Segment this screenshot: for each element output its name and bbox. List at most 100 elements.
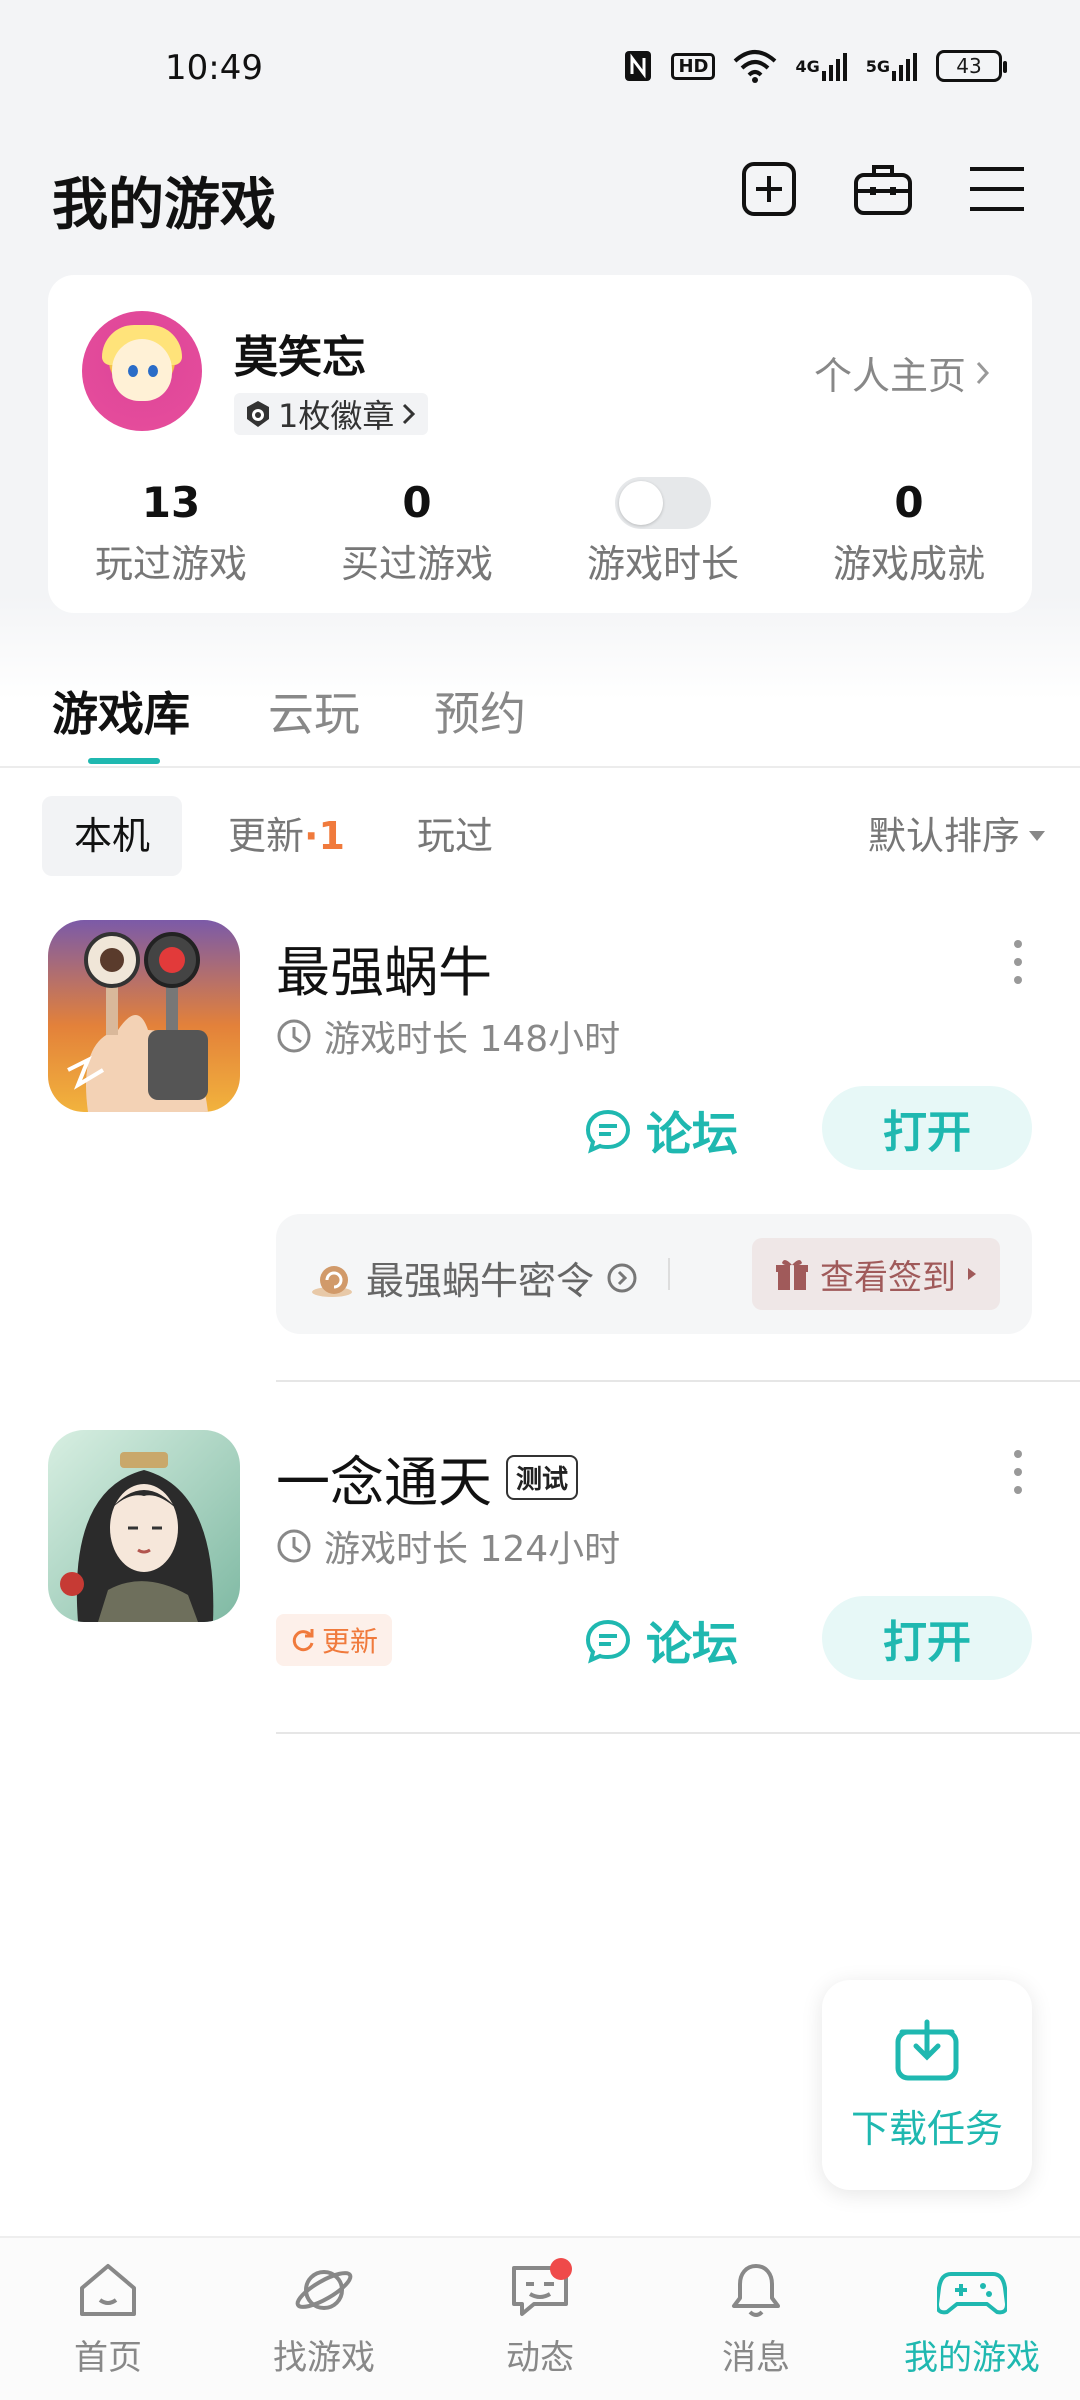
avatar-eye (148, 365, 158, 377)
notice-bar[interactable]: 最强蜗牛密令 查看签到 (276, 1214, 1032, 1334)
playtime-label: 游戏时长 148小时 (324, 1019, 621, 1060)
stat-label: 买过游戏 (340, 542, 493, 586)
toggle-knob (619, 481, 663, 525)
profile-stats: 13 玩过游戏 0 买过游戏 游戏时长 0 游戏成就 (48, 475, 1032, 588)
chevron-right-icon (403, 403, 416, 425)
nav-label: 消息 (722, 2338, 790, 2378)
stat-label: 游戏成就 (832, 542, 985, 586)
stat-playtime[interactable]: 游戏时长 (540, 475, 786, 588)
page-title: 我的游戏 (52, 173, 276, 238)
avatar-face (112, 339, 172, 401)
game-playtime: 游戏时长 148小时 (276, 1010, 620, 1062)
sort-label: 默认排序 (867, 814, 1020, 858)
playtime-toggle[interactable] (615, 477, 711, 529)
playtime-label: 游戏时长 124小时 (324, 1529, 621, 1570)
hd-label: HD (671, 52, 716, 80)
homepage-link[interactable]: 个人主页 (814, 345, 992, 400)
stat-label: 玩过游戏 (94, 542, 247, 586)
toolbox-icon[interactable] (852, 158, 914, 220)
gift-icon (776, 1259, 808, 1290)
filter-row: 本机 更新·1 玩过 默认排序 (0, 796, 1080, 876)
update-label: 更新 (322, 1625, 379, 1658)
nav-label: 首页 (74, 2338, 142, 2378)
nav-find-games[interactable]: 找游戏 (216, 2238, 432, 2400)
user-name: 莫笑忘 (234, 332, 366, 383)
main-tabs: 游戏库 云玩 预约 (0, 670, 1080, 768)
tab-cloud-play[interactable]: 云玩 (268, 678, 360, 744)
caret-right-icon (968, 1268, 976, 1280)
notice-label: 最强蜗牛密令 (366, 1259, 595, 1303)
snail-icon (312, 1265, 352, 1297)
clock-icon (277, 1019, 311, 1053)
status-icons: HD 4G 5G 43 (623, 48, 1007, 84)
badge-pill[interactable]: 1枚徽章 (234, 393, 429, 435)
notice-text[interactable]: 最强蜗牛密令 (310, 1250, 638, 1305)
more-options-icon[interactable] (1008, 1450, 1028, 1494)
game-name: 一念通天 测试 (276, 1438, 579, 1517)
stat-played[interactable]: 13 玩过游戏 (48, 475, 294, 588)
filter-updates[interactable]: 更新·1 (196, 796, 377, 876)
checkin-button[interactable]: 查看签到 (752, 1238, 1000, 1310)
divider (668, 1258, 670, 1290)
filter-updates-label: 更新 (228, 814, 305, 858)
game-icon[interactable] (48, 920, 240, 1112)
filter-played[interactable]: 玩过 (385, 796, 525, 876)
stat-label: 游戏时长 (586, 542, 739, 586)
stat-value: 0 (894, 478, 924, 527)
stat-value: 13 (141, 478, 201, 527)
download-task-button[interactable]: 下载任务 (822, 1980, 1032, 2190)
tab-game-library[interactable]: 游戏库 (52, 678, 190, 744)
forum-label: 论坛 (646, 1617, 738, 1671)
status-bar: 10:49 HD 4G 5G 43 (0, 0, 1080, 140)
forum-button[interactable]: 论坛 (584, 1608, 738, 1674)
forum-icon (585, 1619, 631, 1664)
hd-icon: HD (671, 48, 716, 84)
profile-card[interactable]: 莫笑忘 1枚徽章 个人主页 13 玩过游戏 0 买过游戏 游戏时长 0 游戏成就 (48, 275, 1032, 613)
nav-my-games[interactable]: 我的游戏 (864, 2238, 1080, 2400)
open-game-button[interactable]: 打开 (822, 1596, 1032, 1680)
menu-icon[interactable] (966, 158, 1028, 220)
game-name: 最强蜗牛 (276, 941, 492, 1004)
bell-icon (732, 2264, 780, 2317)
planet-icon (295, 2270, 353, 2310)
row-divider (276, 1732, 1080, 1734)
nav-home[interactable]: 首页 (0, 2238, 216, 2400)
avatar-eye (128, 365, 138, 377)
tab-indicator (88, 758, 160, 764)
avatar[interactable] (82, 311, 202, 431)
forum-icon (585, 1109, 631, 1154)
5g-label: 5G (865, 56, 890, 76)
nav-label: 动态 (506, 2338, 574, 2378)
nav-label: 我的游戏 (904, 2338, 1040, 2378)
stat-achievements[interactable]: 0 游戏成就 (786, 475, 1032, 588)
game-icon[interactable] (48, 1430, 240, 1622)
nav-feed[interactable]: 动态 (432, 2238, 648, 2400)
row-divider (276, 1380, 1080, 1382)
open-game-button[interactable]: 打开 (822, 1086, 1032, 1170)
gamepad-icon (937, 2272, 1007, 2315)
download-task-label: 下载任务 (850, 2106, 1003, 2151)
5g-signal-icon: 5G (866, 48, 918, 84)
badge-icon (247, 401, 269, 427)
clock-icon (277, 1529, 311, 1563)
more-options-icon[interactable] (1008, 940, 1028, 984)
game-playtime: 游戏时长 124小时 (276, 1520, 620, 1572)
sort-select[interactable]: 默认排序 (868, 796, 1046, 876)
status-time: 10:49 (165, 48, 263, 88)
forum-button[interactable]: 论坛 (584, 1098, 738, 1164)
forum-label: 论坛 (646, 1107, 738, 1161)
notification-dot (550, 2258, 572, 2280)
caret-down-icon (1029, 831, 1045, 841)
update-tag[interactable]: 更新 (276, 1614, 393, 1666)
add-game-icon[interactable] (738, 158, 800, 220)
test-tag: 测试 (506, 1455, 579, 1500)
filter-local[interactable]: 本机 (42, 796, 183, 876)
stat-purchased[interactable]: 0 买过游戏 (294, 475, 540, 588)
homepage-link-label: 个人主页 (813, 354, 966, 398)
checkin-label: 查看签到 (820, 1257, 956, 1298)
nav-messages[interactable]: 消息 (648, 2238, 864, 2400)
header-actions (738, 158, 1028, 220)
tab-reservations[interactable]: 预约 (434, 678, 526, 744)
chevron-right-icon (976, 361, 990, 384)
game-name-label: 一念通天 (276, 1451, 492, 1514)
